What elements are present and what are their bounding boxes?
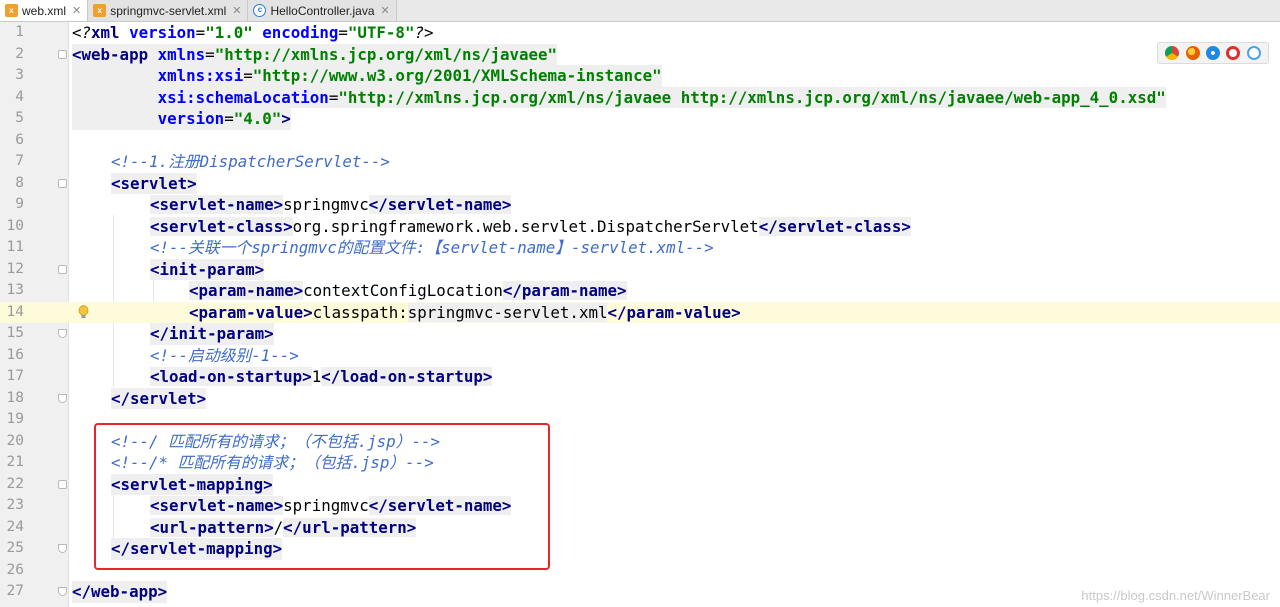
line-number: 11	[6, 239, 24, 255]
line-number: 21	[6, 454, 24, 470]
code-line[interactable]: 16 <!--启动级别-1-->	[0, 345, 1280, 367]
code-comment: <!--关联一个springmvc的配置文件:【servlet-name】-se…	[150, 238, 714, 257]
code-line[interactable]: 1 <?xml version="1.0" encoding="UTF-8"?>	[0, 22, 1280, 44]
line-number: 19	[6, 411, 24, 427]
code-text: </web-app>	[72, 581, 168, 603]
code-text: <param-name>contextConfigLocation</param…	[189, 281, 627, 300]
line-number: 14	[6, 303, 24, 320]
line-number: 3	[15, 67, 24, 83]
code-line[interactable]: 8 <servlet>	[0, 172, 1280, 194]
code-text: <servlet-name>springmvc</servlet-name>	[150, 195, 512, 214]
code-line[interactable]: 18 </servlet>	[0, 387, 1280, 409]
line-number: 9	[15, 196, 24, 212]
code-comment: <!--1.注册DispatcherServlet-->	[111, 152, 390, 171]
watermark: https://blog.csdn.net/WinnerBear	[1081, 588, 1270, 603]
tab-hello-controller-java[interactable]: c HelloController.java ✕	[248, 0, 397, 21]
fold-toggle-icon[interactable]	[58, 479, 67, 489]
code-text: <servlet-class>org.springframework.web.s…	[150, 216, 911, 236]
java-class-icon: c	[253, 4, 267, 17]
code-line[interactable]: 3 xmlns:xsi="http://www.w3.org/2001/XMLS…	[0, 65, 1280, 87]
code-text: <web-app xmlns="http://xmlns.jcp.org/xml…	[72, 43, 558, 65]
ie-icon[interactable]	[1246, 46, 1261, 60]
tab-springmvc-servlet-xml[interactable]: x springmvc-servlet.xml ✕	[88, 0, 249, 21]
highlight-annotation-box	[94, 423, 550, 570]
code-text: <?xml version="1.0" encoding="UTF-8"?>	[72, 23, 434, 42]
tab-label: web.xml	[22, 3, 67, 18]
line-number: 15	[6, 325, 24, 341]
fold-end-icon[interactable]	[58, 393, 67, 403]
line-number: 2	[15, 45, 24, 62]
close-icon[interactable]: ✕	[232, 4, 241, 17]
close-icon[interactable]: ✕	[72, 4, 81, 17]
code-line[interactable]: 15 </init-param>	[0, 323, 1280, 345]
tab-web-xml[interactable]: x web.xml ✕	[0, 0, 89, 21]
code-line[interactable]: 7 <!--1.注册DispatcherServlet-->	[0, 151, 1280, 173]
line-number: 6	[15, 131, 24, 148]
code-text: <init-param>	[150, 258, 265, 280]
code-line[interactable]: 2 <web-app xmlns="http://xmlns.jcp.org/x…	[0, 43, 1280, 65]
code-text: version="4.0">	[72, 108, 291, 130]
fold-end-icon[interactable]	[58, 329, 67, 338]
code-text: xsi:schemaLocation="http://xmlns.jcp.org…	[72, 86, 1166, 108]
line-number: 4	[15, 88, 24, 105]
code-line[interactable]: 9 <servlet-name>springmvc</servlet-name>	[0, 194, 1280, 216]
line-number: 23	[6, 497, 24, 513]
line-number: 25	[6, 540, 24, 556]
firefox-icon[interactable]	[1185, 46, 1200, 60]
fold-toggle-icon[interactable]	[58, 49, 67, 59]
chrome-icon[interactable]	[1165, 46, 1180, 60]
line-number: 10	[6, 217, 24, 234]
browser-preview-bar	[1157, 42, 1269, 64]
fold-toggle-icon[interactable]	[58, 178, 67, 188]
code-text: </init-param>	[150, 323, 274, 345]
line-number: 12	[6, 260, 24, 277]
code-text: <param-value>classpath:springmvc-servlet…	[189, 302, 741, 322]
code-line[interactable]: 11 <!--关联一个springmvc的配置文件:【servlet-name】…	[0, 237, 1280, 259]
line-number: 7	[15, 153, 24, 169]
editor-tab-bar: x web.xml ✕ x springmvc-servlet.xml ✕ c …	[0, 0, 1280, 22]
line-number: 16	[6, 346, 24, 363]
xml-file-icon: x	[93, 4, 107, 17]
code-line[interactable]: 10 <servlet-class>org.springframework.we…	[0, 216, 1280, 238]
code-text: <servlet>	[111, 172, 197, 194]
line-number: 26	[6, 561, 24, 578]
code-text: </servlet>	[111, 387, 207, 409]
line-number: 27	[6, 583, 24, 599]
line-number: 22	[6, 475, 24, 492]
line-number: 17	[6, 368, 24, 384]
close-icon[interactable]: ✕	[381, 4, 390, 17]
code-line[interactable]: 4 xsi:schemaLocation="http://xmlns.jcp.o…	[0, 86, 1280, 108]
line-number: 1	[15, 24, 24, 40]
line-number: 20	[6, 432, 24, 449]
fold-toggle-icon[interactable]	[58, 264, 67, 274]
xml-file-icon: x	[5, 4, 18, 17]
code-text: xmlns:xsi="http://www.w3.org/2001/XMLSch…	[72, 65, 662, 87]
code-line[interactable]: 17 <load-on-startup>1</load-on-startup>	[0, 366, 1280, 388]
fold-end-icon[interactable]	[58, 544, 67, 553]
code-line[interactable]: 13 <param-name>contextConfigLocation</pa…	[0, 280, 1280, 302]
line-number: 24	[6, 518, 24, 535]
code-comment: <!--启动级别-1-->	[150, 345, 299, 365]
fold-end-icon[interactable]	[58, 587, 67, 596]
code-line[interactable]: 12 <init-param>	[0, 258, 1280, 280]
code-line-current[interactable]: 14 <param-value>classpath:springmvc-serv…	[0, 301, 1280, 323]
line-number: 5	[15, 110, 24, 126]
line-number: 8	[15, 174, 24, 191]
opera-icon[interactable]	[1226, 46, 1241, 60]
code-text: <load-on-startup>1</load-on-startup>	[150, 367, 493, 386]
lightbulb-icon[interactable]	[78, 304, 89, 320]
line-number: 13	[6, 282, 24, 298]
code-line[interactable]: 6	[0, 130, 1280, 152]
code-line[interactable]: 5 version="4.0">	[0, 108, 1280, 130]
line-number: 18	[6, 389, 24, 406]
tab-label: HelloController.java	[270, 3, 375, 18]
safari-icon[interactable]	[1205, 46, 1220, 60]
tab-label: springmvc-servlet.xml	[110, 3, 227, 18]
